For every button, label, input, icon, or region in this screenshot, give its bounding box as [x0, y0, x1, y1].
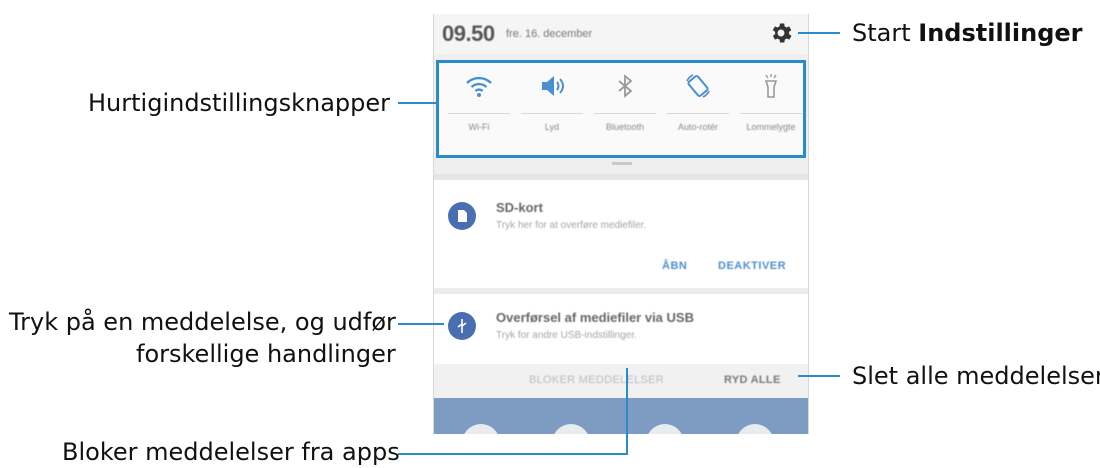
deactivate-button[interactable]: DEAKTIVER	[718, 260, 786, 272]
callout-settings: Start Indstillinger	[852, 17, 1083, 49]
status-header: 09.50 fre. 16. december	[434, 14, 808, 54]
callout-line-block-horizontal	[398, 453, 628, 455]
quick-setting-wifi[interactable]: Wi-Fi	[443, 63, 515, 155]
quick-setting-divider	[448, 113, 510, 114]
quick-setting-sound[interactable]: Lyd	[516, 63, 588, 155]
quick-setting-bluetooth[interactable]: Bluetooth	[589, 63, 661, 155]
callout-line-quick-settings	[398, 102, 436, 104]
quick-setting-divider	[521, 113, 583, 114]
callout-notification-line2: forskellige handlinger	[136, 340, 396, 368]
auto-rotate-icon	[686, 74, 710, 98]
bluetooth-icon	[618, 74, 633, 98]
drag-handle[interactable]	[612, 162, 632, 165]
quick-settings-panel: Wi-Fi Lyd Bluetooth Auto-rotér Lommelygt…	[436, 60, 806, 158]
notification-title: Overførsel af mediefiler via USB	[496, 310, 694, 325]
callout-line-block-vertical	[626, 368, 628, 454]
notification-actions-bar: BLOKER MEDDELELSER RYD ALLE	[434, 364, 808, 398]
callout-line-clear-all	[798, 375, 840, 377]
clock-time: 09.50	[442, 21, 495, 46]
flashlight-icon	[764, 74, 778, 98]
quick-setting-label: Lyd	[544, 122, 560, 132]
app-icon	[646, 424, 684, 434]
notification-panel: 09.50 fre. 16. december Wi-Fi Lyd Blueto…	[433, 14, 809, 434]
sd-card-icon	[448, 202, 476, 230]
quick-setting-label: Auto-rotér	[677, 122, 719, 132]
callout-quick-settings: Hurtigindstillingsknapper	[88, 89, 391, 117]
quick-setting-divider	[594, 113, 656, 114]
usb-icon	[448, 312, 476, 340]
quick-setting-divider	[740, 113, 802, 114]
app-icon	[736, 424, 774, 434]
quick-setting-label: Lommelygte	[746, 122, 796, 132]
app-icon	[462, 424, 500, 434]
notification-subtitle: Tryk for andre USB-indstillinger.	[496, 330, 637, 341]
callout-notification-line1: Tryk på en meddelelse, og udfør	[9, 308, 396, 336]
sound-icon	[542, 76, 564, 96]
quick-setting-divider	[667, 113, 729, 114]
quick-setting-label: Wi-Fi	[468, 122, 490, 132]
app-icon	[552, 424, 590, 434]
callout-clear-all: Slet alle meddelelser	[852, 362, 1100, 390]
quick-setting-flashlight[interactable]: Lommelygte	[735, 63, 807, 155]
gear-icon[interactable]	[768, 20, 794, 46]
notification-card[interactable]: Overførsel af mediefiler via USB Tryk fo…	[434, 294, 808, 364]
wifi-icon	[466, 76, 492, 97]
home-screen-background	[434, 398, 808, 434]
callout-settings-prefix: Start	[852, 19, 919, 47]
notification-card[interactable]: SD-kort Tryk her for at overføre mediefi…	[434, 180, 808, 288]
clock-date: fre. 16. december	[506, 28, 593, 40]
notification-subtitle: Tryk her for at overføre mediefiler.	[496, 220, 647, 231]
block-notifications-button[interactable]: BLOKER MEDDELELSER	[529, 374, 664, 386]
callout-settings-bold: Indstillinger	[918, 19, 1083, 47]
callout-block: Bloker meddelelser fra apps	[62, 438, 400, 466]
quick-setting-auto-rotate[interactable]: Auto-rotér	[662, 63, 734, 155]
callout-line-notification	[398, 323, 444, 325]
clear-all-button[interactable]: RYD ALLE	[724, 374, 781, 386]
callout-line-settings	[798, 32, 840, 34]
notification-title: SD-kort	[496, 200, 543, 215]
open-button[interactable]: ÅBN	[662, 260, 687, 272]
quick-setting-label: Bluetooth	[605, 122, 645, 132]
